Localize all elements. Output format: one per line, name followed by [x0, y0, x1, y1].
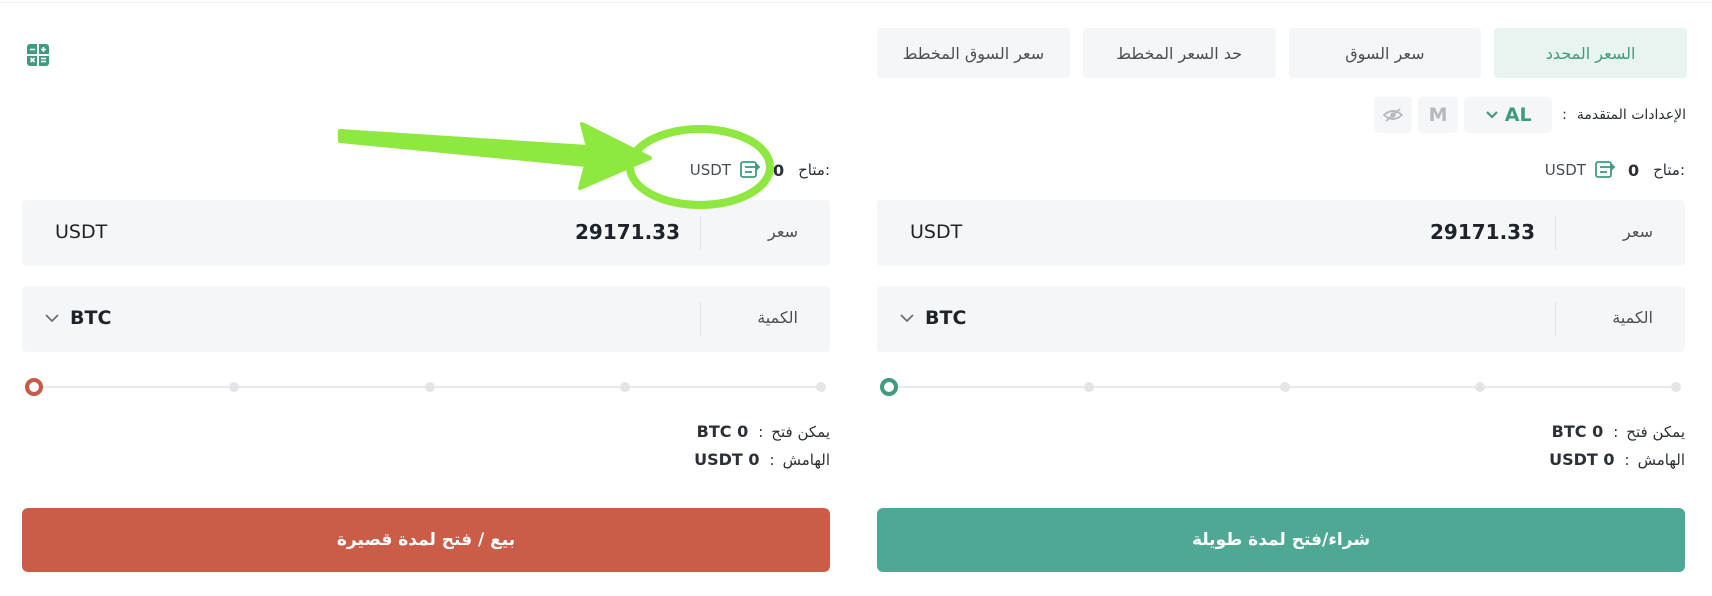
quantity-label: الكمية	[1612, 308, 1653, 327]
slider-step[interactable]	[1084, 382, 1094, 392]
transfer-icon[interactable]	[1594, 160, 1616, 180]
tab-market[interactable]: سعر السوق	[1288, 28, 1482, 78]
advanced-settings-colon: :	[1562, 107, 1567, 123]
available-unit: USDT	[689, 161, 731, 179]
margin-value: USDT 0	[694, 450, 760, 469]
buy-price-field[interactable]: سعر 29171.33 USDT	[877, 200, 1685, 266]
openable-value: BTC 0	[696, 422, 749, 441]
chevron-down-icon	[45, 314, 59, 323]
chevron-down-icon	[900, 314, 914, 323]
margin-colon: :	[769, 450, 775, 469]
al-label: AL	[1504, 104, 1532, 126]
slider-step[interactable]	[816, 382, 826, 392]
sell-margin: الهامش : USDT 0	[694, 450, 830, 469]
hide-toggle[interactable]	[1374, 97, 1413, 133]
al-toggle[interactable]: AL	[1464, 97, 1553, 133]
openable-label: يمكن فتح	[1626, 422, 1685, 441]
field-separator	[1555, 216, 1556, 250]
advanced-settings-row: الإعدادات المتقدمة : AL M	[1368, 97, 1686, 133]
quantity-label: الكمية	[757, 308, 798, 327]
price-label: سعر	[1623, 222, 1653, 241]
buy-openable: يمكن فتح : BTC 0	[1552, 422, 1685, 441]
quantity-unit-select[interactable]: BTC	[44, 307, 111, 329]
openable-colon: :	[1613, 422, 1619, 441]
buy-margin: الهامش : USDT 0	[1549, 450, 1685, 469]
slider-step[interactable]	[1475, 382, 1485, 392]
field-separator	[700, 302, 701, 336]
openable-value: BTC 0	[1551, 422, 1604, 441]
eye-off-icon	[1383, 108, 1404, 122]
buy-quantity-field[interactable]: الكمية BTC	[877, 286, 1685, 352]
buy-long-button[interactable]: شراء/فتح لمدة طويلة	[877, 508, 1685, 572]
available-label: متاح:	[1653, 161, 1685, 179]
sell-available: متاح: 0 USDT	[690, 160, 830, 180]
quantity-unit: BTC	[925, 307, 967, 329]
field-separator	[700, 216, 701, 250]
chevron-down-icon	[1485, 111, 1498, 119]
tab-stop-limit[interactable]: حد السعر المخطط	[1082, 28, 1276, 78]
field-separator	[1555, 302, 1556, 336]
margin-label: الهامش	[1637, 450, 1685, 469]
quantity-unit: BTC	[70, 307, 112, 329]
margin-value: USDT 0	[1549, 450, 1615, 469]
available-value: 0	[772, 160, 785, 180]
buy-available: متاح: 0 USDT	[1545, 160, 1685, 180]
margin-label: الهامش	[782, 450, 830, 469]
slider-step[interactable]	[620, 382, 630, 392]
annotation-arrow	[338, 122, 652, 190]
slider-step[interactable]	[229, 382, 239, 392]
available-unit: USDT	[1544, 161, 1586, 179]
price-value: 29171.33	[574, 220, 680, 244]
sell-percent-slider[interactable]	[22, 377, 830, 397]
advanced-settings-label: الإعدادات المتقدمة	[1576, 107, 1686, 123]
quantity-unit-select[interactable]: BTC	[899, 307, 966, 329]
slider-step[interactable]	[1280, 382, 1290, 392]
slider-knob[interactable]	[880, 378, 898, 396]
sell-short-button[interactable]: بيع / فتح لمدة قصيرة	[22, 508, 830, 572]
sell-price-field[interactable]: سعر 29171.33 USDT	[22, 200, 830, 266]
sell-openable: يمكن فتح : BTC 0	[697, 422, 830, 441]
order-type-tabs: السعر المحدد سعر السوق حد السعر المخطط س…	[877, 28, 1687, 78]
transfer-icon[interactable]	[739, 160, 761, 180]
calculator-icon[interactable]	[26, 43, 50, 67]
buy-percent-slider[interactable]	[877, 377, 1685, 397]
sell-quantity-field[interactable]: الكمية BTC	[22, 286, 830, 352]
openable-colon: :	[758, 422, 764, 441]
top-divider	[0, 2, 1712, 3]
slider-knob[interactable]	[25, 378, 43, 396]
tab-stop-market[interactable]: سعر السوق المخطط	[877, 28, 1070, 78]
openable-label: يمكن فتح	[771, 422, 830, 441]
price-unit: USDT	[910, 221, 963, 243]
price-value: 29171.33	[1429, 220, 1535, 244]
slider-step[interactable]	[1671, 382, 1681, 392]
available-label: متاح:	[798, 161, 830, 179]
slider-step[interactable]	[425, 382, 435, 392]
m-toggle[interactable]: M	[1418, 97, 1459, 133]
m-label: M	[1428, 104, 1448, 126]
price-label: سعر	[768, 222, 798, 241]
available-value: 0	[1627, 160, 1640, 180]
margin-colon: :	[1624, 450, 1630, 469]
price-unit: USDT	[55, 221, 108, 243]
tab-limit[interactable]: السعر المحدد	[1494, 28, 1687, 78]
